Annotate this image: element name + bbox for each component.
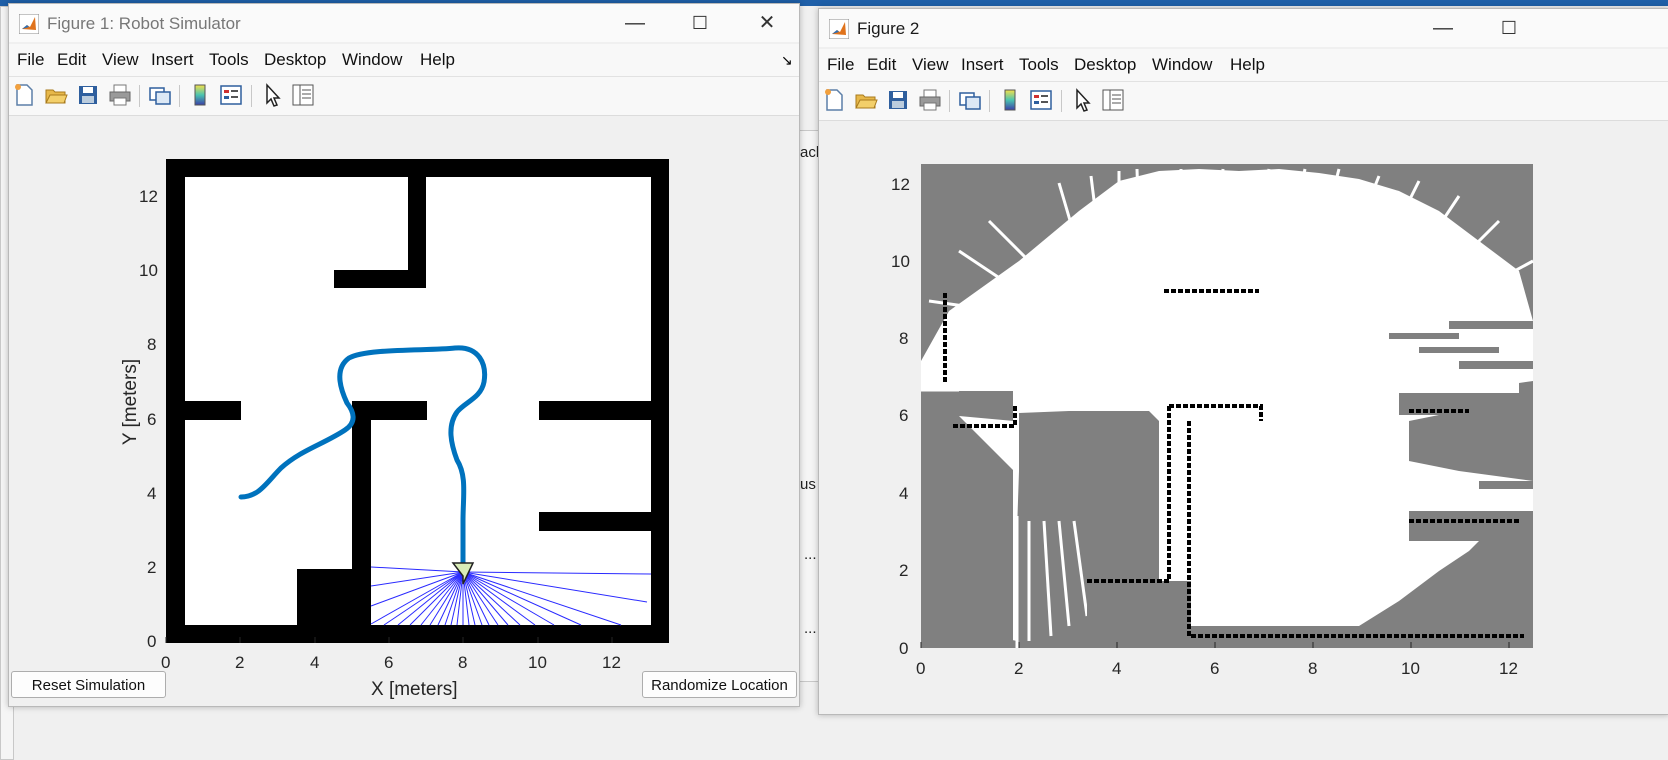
background-ellipsis: ... [804,546,817,563]
link-plot-icon[interactable] [957,87,983,113]
y-axis-label: Y [meters] [120,358,141,446]
x-tick-label: 8 [1308,659,1318,678]
figure1-window: Figure 1: Robot Simulator — ☐ ✕ File Edi… [8,3,800,707]
x-tick-label: 0 [916,659,926,678]
menu-edit[interactable]: Edit [867,55,896,75]
y-tick-label: 10 [891,252,910,271]
x-tick-label: 6 [384,653,394,672]
print-icon[interactable] [917,87,943,113]
reset-simulation-button[interactable]: Reset Simulation [11,671,166,698]
x-tick-label: 0 [161,653,171,672]
minimize-button[interactable]: — [1423,13,1463,43]
save-icon[interactable] [75,82,101,108]
maximize-button[interactable]: ☐ [680,8,720,38]
x-tick-label: 6 [1210,659,1220,678]
y-tick-label: 2 [147,558,157,577]
maximize-button[interactable]: ☐ [1489,13,1529,43]
property-inspector-icon[interactable] [1100,87,1126,113]
matlab-logo-icon [829,19,849,39]
print-icon[interactable] [107,82,133,108]
figure2-menubar: File Edit View Insert Tools Desktop Wind… [819,49,1668,82]
open-file-icon[interactable] [853,87,879,113]
figure2-titlebar[interactable]: Figure 2 — ☐ [819,9,1668,47]
y-tick-label: 2 [899,561,909,580]
menu-window[interactable]: Window [1152,55,1212,75]
x-tick-label: 4 [1112,659,1122,678]
menu-view[interactable]: View [912,55,949,75]
y-tick-label: 8 [899,329,909,348]
edit-plot-icon[interactable] [259,82,285,108]
new-figure-icon[interactable] [11,82,37,108]
insert-legend-icon[interactable] [1028,87,1054,113]
menu-desktop[interactable]: Desktop [264,50,326,70]
occupancy-unknown-block [1087,573,1159,648]
x-tick-label: 10 [1401,659,1420,678]
save-icon[interactable] [885,87,911,113]
y-tick-label: 12 [891,175,910,194]
toolbar-separator [1061,90,1062,112]
link-plot-icon[interactable] [147,82,173,108]
x-tick-label: 12 [1499,659,1518,678]
insert-colorbar-icon[interactable] [997,87,1023,113]
toolbar-separator [989,90,990,112]
menu-window[interactable]: Window [342,50,402,70]
matlab-logo-icon [19,14,39,34]
y-tick-label: 0 [147,632,157,651]
menu-insert[interactable]: Insert [961,55,1004,75]
property-inspector-icon[interactable] [290,82,316,108]
menu-file[interactable]: File [827,55,854,75]
menu-tools[interactable]: Tools [209,50,249,70]
x-tick-label: 10 [528,653,547,672]
insert-legend-icon[interactable] [218,82,244,108]
edit-plot-icon[interactable] [1069,87,1095,113]
x-tick-label: 4 [310,653,320,672]
insert-colorbar-icon[interactable] [187,82,213,108]
figure1-title: Figure 1: Robot Simulator [47,14,241,33]
figure2-toolbar [819,82,1668,121]
randomize-location-button[interactable]: Randomize Location [642,671,797,698]
toolbar-separator [179,85,180,107]
y-tick-label: 10 [139,261,158,280]
minimize-button[interactable]: — [615,8,655,38]
menu-insert[interactable]: Insert [151,50,194,70]
x-tick-label: 12 [602,653,621,672]
figure1-menubar: File Edit View Insert Tools Desktop Wind… [9,44,799,77]
figure1-titlebar[interactable]: Figure 1: Robot Simulator — ☐ ✕ [9,4,799,42]
menu-help[interactable]: Help [1230,55,1265,75]
y-tick-label: 6 [147,410,157,429]
y-tick-label: 12 [139,187,158,206]
menu-view[interactable]: View [102,50,139,70]
close-button[interactable]: ✕ [747,8,787,38]
toolbar-separator [139,85,140,107]
y-tick-label: 6 [899,406,909,425]
background-ellipsis: ... [804,620,817,637]
menu-tools[interactable]: Tools [1019,55,1059,75]
x-tick-label: 2 [1014,659,1024,678]
menu-file[interactable]: File [17,50,44,70]
open-file-icon[interactable] [43,82,69,108]
dock-figure-icon[interactable]: ↘ [781,52,793,69]
menu-edit[interactable]: Edit [57,50,86,70]
toolbar-separator [949,90,950,112]
menu-help[interactable]: Help [420,50,455,70]
y-tick-label: 4 [147,484,157,503]
figure2-window: Figure 2 — ☐ File Edit View Insert Tools… [818,8,1668,715]
y-tick-label: 0 [899,639,909,658]
figure2-title: Figure 2 [857,19,920,38]
occupancy-map-plot[interactable] [819,121,1668,681]
toolbar-separator [251,85,252,107]
x-tick-label: 8 [458,653,468,672]
x-tick-label: 2 [235,653,245,672]
figure1-toolbar [9,77,799,116]
menu-desktop[interactable]: Desktop [1074,55,1136,75]
y-tick-label: 4 [899,484,909,503]
new-figure-icon[interactable] [821,87,847,113]
x-axis-label: X [meters] [371,679,458,700]
y-tick-label: 8 [147,335,157,354]
background-status-text: us [800,476,816,493]
